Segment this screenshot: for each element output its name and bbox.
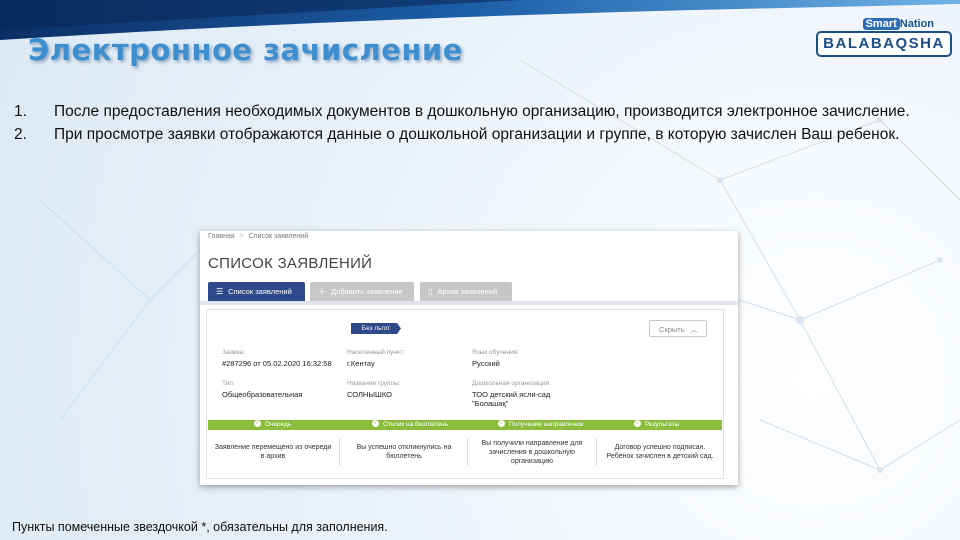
tab-add-application[interactable]: ＋ Добавить заявление [310, 282, 414, 301]
hide-button[interactable]: Скрыть ︿ [649, 320, 707, 337]
check-icon: ✓ [634, 419, 641, 427]
list-icon: ☰ [216, 287, 224, 296]
column-divider [596, 438, 597, 466]
column-divider [467, 438, 468, 466]
tabs-underline [200, 301, 738, 305]
benefit-ribbon: Без льгот [351, 323, 401, 334]
step-queue: ✓ Очередь [254, 419, 292, 428]
step-description-bulletin: Вы успешно откликнулись на бюллетень [356, 444, 452, 460]
logo-smartnation: Smart Nation [862, 18, 934, 30]
field-application: Заявка: #287296 от 05.02.2020 16:32:58 [222, 349, 332, 368]
field-language: Язык обучения: Русский [472, 349, 519, 368]
step-descriptions: Заявление перемещено из очереди в архив В… [208, 434, 722, 470]
field-organization: Дошкольная организация: ТОО детский ясли… [472, 380, 551, 408]
step-results: ✓ Результаты [634, 419, 680, 428]
application-card: Без льгот Скрыть ︿ Заявка: #287296 от 05.… [206, 309, 724, 479]
page-title: СПИСОК ЗАЯВЛЕНИЙ [208, 255, 373, 272]
tab-applications-archive[interactable]: ▯ Архив заявлений [420, 282, 512, 301]
field-locality: Населенный пункт: г.Кентау [347, 349, 405, 368]
step-bulletin-response: ✓ Отклик на бюллетень [372, 419, 448, 428]
check-icon: ✓ [498, 419, 505, 427]
chevron-right-icon: > [239, 233, 244, 240]
step-description-results: Договор успешно подписан. Ребёнок зачисле… [606, 444, 714, 460]
step-description-queue: Заявление перемещено из очереди в архив [214, 444, 332, 460]
step-description-direction: Вы получили направление для зачисления в … [481, 439, 583, 465]
slide-title: Электронное зачисление [28, 33, 463, 67]
instruction-list: 1. После предоставления необходимых доку… [14, 100, 914, 146]
list-item: 1. После предоставления необходимых доку… [14, 103, 910, 120]
step-direction: ✓ Получение направления [498, 419, 584, 428]
document-icon: ▯ [428, 287, 433, 296]
column-divider [339, 438, 340, 466]
list-item: 2. При просмотре заявки отображаются дан… [14, 126, 900, 143]
embedded-app-screenshot: Главная > Список заявлений СПИСОК ЗАЯВЛЕНИ… [200, 231, 738, 485]
progress-steps-bar: ✓ Очередь ✓ Отклик на бюллетень ✓ Получение… [208, 419, 722, 430]
check-icon: ✓ [254, 419, 261, 427]
breadcrumb-home[interactable]: Главная [208, 233, 235, 240]
check-icon: ✓ [372, 419, 379, 427]
chevron-up-icon: ︿ [690, 325, 698, 334]
breadcrumb: Главная > Список заявлений [208, 233, 308, 240]
logo-balabaqsha: BALABAQSHA [816, 31, 952, 57]
footnote: Пункты помеченные звездочкой *, обязател… [12, 520, 388, 534]
field-group: Название группы: СОЛНЫШКО [347, 380, 401, 399]
plus-icon: ＋ [318, 287, 326, 296]
smartnation-balabaqsha-logo: Smart Nation BALABAQSHA [816, 18, 952, 57]
field-type: Тип: Общеобразовательная [222, 380, 303, 399]
tab-applications-list[interactable]: ☰ Список заявлений [208, 282, 305, 301]
breadcrumb-current: Список заявлений [248, 233, 309, 240]
